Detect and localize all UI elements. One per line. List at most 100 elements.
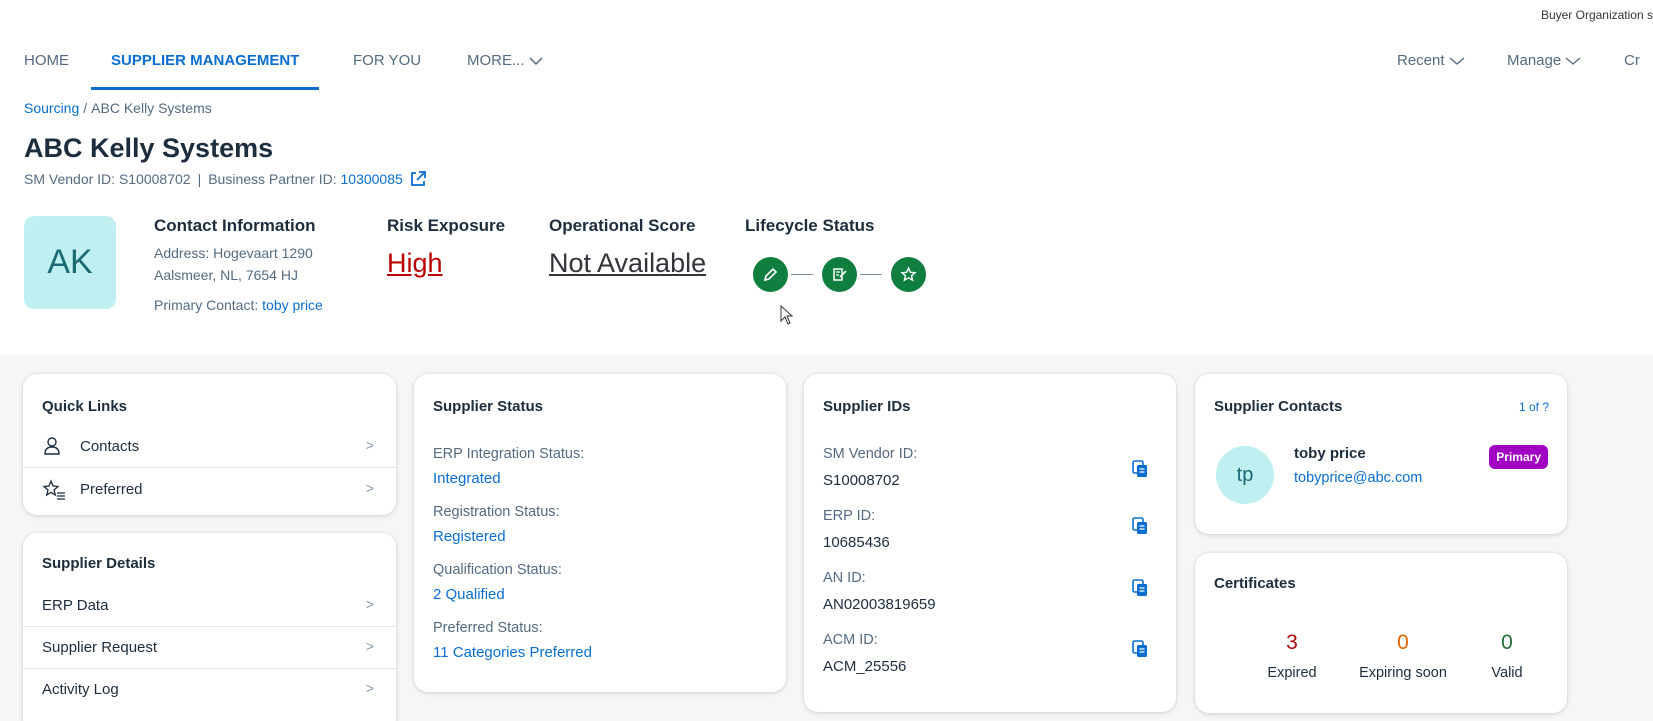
mouse-cursor-icon [780, 305, 794, 325]
operational-score-link[interactable]: Not Available [549, 248, 706, 279]
contact-email-link[interactable]: tobyprice@abc.com [1294, 470, 1422, 486]
supplier-detail-label: Supplier Request [42, 639, 158, 656]
erp-id-label: ERP ID: [823, 508, 876, 524]
breadcrumb-current: ABC Kelly Systems [91, 100, 212, 116]
copy-icon[interactable] [1132, 460, 1148, 478]
sm-vendor-label: SM Vendor ID: [24, 171, 116, 187]
top-navigation: HOME SUPPLIER MANAGEMENT FOR YOU MORE...… [0, 40, 1653, 90]
nav-create[interactable]: Cr [1624, 50, 1640, 90]
qualification-status-value[interactable]: 2 Qualified [433, 586, 505, 603]
erp-integration-status-value[interactable]: Integrated [433, 470, 501, 487]
acm-id-value: ACM_25556 [823, 658, 907, 675]
chevron-right-icon: > [365, 596, 374, 612]
risk-exposure-heading: Risk Exposure [387, 216, 506, 235]
star-qualified-icon[interactable] [891, 257, 926, 292]
registration-status-value[interactable]: Registered [433, 528, 506, 545]
chevron-down-icon [1565, 57, 1581, 65]
chevron-right-icon: > [365, 437, 374, 453]
preferred-status-label: Preferred Status: [433, 620, 543, 636]
person-icon [44, 437, 60, 455]
expiring-soon-count[interactable]: 0 [1343, 631, 1463, 655]
chevron-down-icon [528, 57, 543, 65]
registration-status-label: Registration Status: [433, 504, 560, 520]
supplier-subtitle: SM Vendor ID: S10008702 | Business Partner… [24, 170, 427, 188]
quick-links-title: Quick Links [42, 398, 128, 415]
business-partner-id-link[interactable]: 10300085 [341, 171, 403, 187]
an-id-label: AN ID: [823, 570, 866, 586]
business-partner-label: Business Partner ID: [208, 171, 337, 187]
sm-vendor-id: S10008702 [118, 171, 191, 187]
expired-count[interactable]: 3 [1232, 631, 1352, 655]
divider: | [197, 171, 202, 187]
qualification-status-label: Qualification Status: [433, 562, 562, 578]
certificates-title: Certificates [1214, 575, 1296, 592]
valid-label: Valid [1491, 665, 1523, 681]
supplier-detail-erp-data[interactable]: ERP Data > [23, 585, 396, 627]
quick-link-label: Contacts [80, 438, 140, 455]
breadcrumb: Sourcing / ABC Kelly Systems [24, 100, 212, 116]
contacts-pager[interactable]: 1 of ? [1519, 400, 1549, 414]
expiring-soon-label: Expiring soon [1359, 665, 1447, 681]
supplier-ids-title: Supplier IDs [823, 398, 911, 415]
nav-home[interactable]: HOME [24, 50, 69, 90]
nav-recent-label: Recent [1397, 52, 1445, 69]
supplier-status-title: Supplier Status [433, 398, 544, 415]
nav-recent[interactable]: Recent [1397, 50, 1465, 90]
copy-icon[interactable] [1132, 517, 1148, 535]
operational-score-heading: Operational Score [549, 216, 696, 235]
sm-vendor-id-value: S10008702 [823, 472, 900, 489]
lifecycle-connector [791, 274, 813, 275]
primary-contact-label: Primary Contact: [154, 297, 259, 313]
nav-supplier-management[interactable]: SUPPLIER MANAGEMENT [91, 50, 320, 90]
breadcrumb-sourcing-link[interactable]: Sourcing [24, 100, 79, 116]
supplier-details-title: Supplier Details [42, 555, 156, 572]
lifecycle-connector [860, 274, 882, 275]
pencil-icon[interactable] [753, 257, 788, 292]
supplier-status-card: Supplier Status ERP Integration Status: … [414, 374, 786, 692]
chevron-right-icon: > [365, 480, 374, 496]
quick-link-contacts[interactable]: Contacts > [23, 426, 396, 468]
supplier-detail-label: ERP Data [42, 597, 109, 614]
valid-count[interactable]: 0 [1447, 631, 1567, 655]
address-line2: Aalsmeer, NL, 7654 HJ [154, 267, 298, 283]
address-label: Address: [154, 245, 210, 261]
lifecycle-status-heading: Lifecycle Status [745, 216, 875, 235]
nav-more-label: MORE... [467, 52, 525, 69]
chevron-right-icon: > [365, 638, 374, 654]
supplier-detail-activity-log[interactable]: Activity Log > [23, 669, 396, 711]
acm-id-label: ACM ID: [823, 632, 878, 648]
contact-avatar: tp [1216, 446, 1274, 504]
supplier-contacts-card: Supplier Contacts 1 of ? tp toby price t… [1195, 374, 1567, 534]
primary-contact-link[interactable]: toby price [262, 297, 323, 313]
supplier-detail-label: Activity Log [42, 681, 119, 698]
external-link-icon[interactable] [409, 170, 427, 188]
supplier-avatar: AK [24, 216, 116, 309]
supplier-detail-supplier-request[interactable]: Supplier Request > [23, 627, 396, 669]
preferred-status-value[interactable]: 11 Categories Preferred [433, 644, 592, 661]
primary-badge: Primary [1489, 445, 1548, 469]
quick-links-card: Quick Links Contacts > Preferred > [23, 374, 396, 515]
nav-manage[interactable]: Manage [1507, 50, 1581, 90]
an-id-value: AN02003819659 [823, 596, 936, 613]
breadcrumb-separator: / [83, 100, 88, 116]
copy-icon[interactable] [1132, 640, 1148, 658]
certificates-card: Certificates 3 Expired 0 Expiring soon 0… [1195, 553, 1567, 713]
address-line1: Address: Hogevaart 1290 [154, 245, 313, 261]
risk-exposure-link[interactable]: High [387, 248, 443, 279]
organization-label: Buyer Organization s [1540, 8, 1653, 22]
address-street: Hogevaart 1290 [213, 245, 313, 261]
copy-icon[interactable] [1132, 579, 1148, 597]
nav-for-you[interactable]: FOR YOU [353, 50, 421, 90]
nav-more[interactable]: MORE... [467, 50, 543, 90]
object-page-header: Buyer Organization s HOME SUPPLIER MANAG… [0, 0, 1653, 355]
erp-integration-status-label: ERP Integration Status: [433, 446, 585, 462]
sm-vendor-id-label: SM Vendor ID: [823, 446, 918, 462]
lifecycle-status-track [753, 257, 933, 293]
erp-id-value: 10685436 [823, 534, 890, 551]
supplier-details-card: Supplier Details ERP Data > Supplier Req… [23, 533, 396, 721]
chevron-down-icon [1449, 57, 1464, 65]
registration-icon[interactable] [822, 257, 857, 292]
quick-link-preferred[interactable]: Preferred > [23, 469, 396, 511]
quick-link-label: Preferred [80, 481, 143, 498]
expired-label: Expired [1267, 665, 1317, 681]
